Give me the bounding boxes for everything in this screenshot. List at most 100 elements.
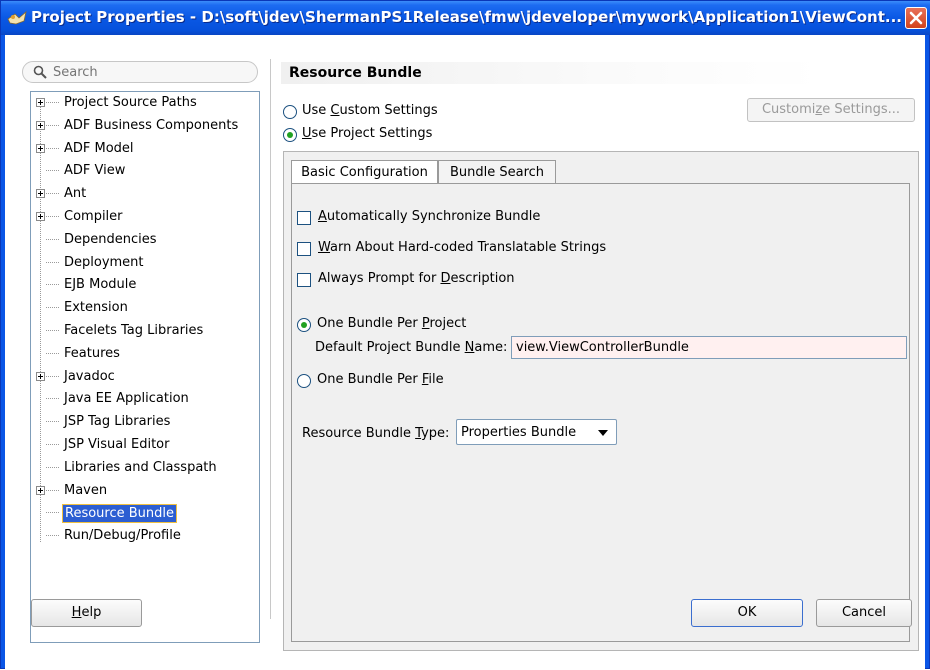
- tree-item[interactable]: JSP Visual Editor: [31, 434, 259, 456]
- tree-connector: [46, 261, 59, 263]
- expand-icon[interactable]: [36, 189, 45, 199]
- use-custom-settings-label[interactable]: Use Custom Settings: [302, 103, 438, 118]
- category-tree[interactable]: Project Source Paths ADF Business Compone…: [30, 91, 260, 643]
- tree-connector: [46, 444, 59, 445]
- tree-item[interactable]: Facelets Tag Libraries: [31, 320, 259, 342]
- page-title: Resource Bundle: [281, 62, 821, 84]
- jdeveloper-icon: [7, 10, 27, 25]
- tree-item[interactable]: EJB Module: [31, 274, 259, 296]
- tree-item[interactable]: ADF Model: [31, 138, 259, 160]
- search-icon: [33, 65, 47, 79]
- expand-icon[interactable]: [36, 120, 45, 130]
- one-bundle-per-project-label[interactable]: One Bundle Per Project: [317, 316, 466, 331]
- customize-settings-button[interactable]: Customize Settings...: [747, 98, 915, 122]
- tree-item-label: Maven: [64, 482, 108, 498]
- tree-connector: [46, 352, 59, 354]
- tree-item-label: Compiler: [64, 209, 123, 224]
- tree-item-label: Run/Debug/Profile: [64, 528, 181, 544]
- close-icon: [909, 11, 923, 25]
- tree-item-label: Deployment: [64, 254, 144, 270]
- tree-item-label: JSP Tag Libraries: [64, 414, 171, 430]
- tree-item[interactable]: Java EE Application: [31, 388, 259, 410]
- tree-connector: [46, 489, 59, 491]
- tree-item[interactable]: Project Source Paths: [31, 92, 259, 114]
- tab-label: Bundle Search: [449, 165, 545, 180]
- tree-item[interactable]: Libraries and Classpath: [31, 457, 259, 479]
- tree-item[interactable]: ADF Business Components: [31, 115, 259, 137]
- tree-item[interactable]: Features: [31, 343, 259, 365]
- tree-connector: [46, 307, 59, 309]
- ok-button[interactable]: OK: [691, 599, 803, 627]
- tree-item-label: Javadoc: [64, 368, 115, 384]
- panel-divider[interactable]: [270, 59, 271, 619]
- dialog-client-area: Project Source Paths ADF Business Compone…: [5, 35, 925, 670]
- warn-hardcoded-label[interactable]: Warn About Hard-coded Translatable Strin…: [318, 240, 606, 255]
- tree-connector: [46, 330, 59, 331]
- always-prompt-label[interactable]: Always Prompt for Description: [318, 271, 515, 286]
- project-properties-dialog: Project Properties - D:\soft\jdev\Sherma…: [0, 0, 930, 670]
- tree-item-label: Features: [64, 345, 120, 361]
- tree-item-label: ADF View: [64, 163, 126, 179]
- tab-bundle-search[interactable]: Bundle Search: [438, 160, 556, 184]
- tree-item-label: Dependencies: [64, 231, 157, 247]
- tree-item[interactable]: Resource Bundle: [31, 502, 259, 524]
- one-bundle-per-file-radio[interactable]: [297, 374, 311, 388]
- tree-connector: [46, 102, 59, 103]
- title-bar[interactable]: Project Properties - D:\soft\jdev\Sherma…: [1, 1, 930, 35]
- close-button[interactable]: [905, 7, 927, 29]
- expand-icon[interactable]: [36, 98, 45, 107]
- tree-connector: [46, 535, 59, 537]
- always-prompt-checkbox[interactable]: [297, 273, 311, 287]
- tree-connector: [46, 216, 59, 217]
- tree-item[interactable]: Javadoc: [31, 366, 259, 388]
- warn-hardcoded-checkbox[interactable]: [297, 242, 311, 256]
- tree-item-label: Facelets Tag Libraries: [64, 323, 204, 338]
- tree-item-label: ADF Business Components: [64, 117, 239, 133]
- tree-item-label: Java EE Application: [64, 391, 189, 407]
- default-bundle-name-field[interactable]: [511, 336, 907, 359]
- default-bundle-name-label: Default Project Bundle Name:: [315, 340, 508, 355]
- tree-item[interactable]: Deployment: [31, 252, 259, 274]
- expand-icon[interactable]: [36, 143, 45, 153]
- tree-item[interactable]: Dependencies: [31, 229, 259, 251]
- tree-connector: [46, 398, 59, 400]
- tree-item-label: JSP Visual Editor: [64, 437, 170, 452]
- auto-sync-label[interactable]: Automatically Synchronize Bundle: [318, 209, 540, 224]
- tab-basic-configuration[interactable]: Basic Configuration: [291, 160, 438, 184]
- tree-item-label: Project Source Paths: [64, 95, 197, 110]
- tree-item[interactable]: Run/Debug/Profile: [31, 525, 259, 547]
- bundle-type-select[interactable]: Properties Bundle: [456, 419, 617, 445]
- one-bundle-per-file-label[interactable]: One Bundle Per File: [317, 372, 444, 387]
- expand-icon[interactable]: [36, 485, 45, 495]
- one-bundle-per-project-radio[interactable]: [297, 318, 311, 332]
- tree-connector: [46, 421, 59, 423]
- tree-item[interactable]: Extension: [31, 297, 259, 319]
- tree-item[interactable]: JSP Tag Libraries: [31, 411, 259, 433]
- search-input[interactable]: [53, 64, 249, 81]
- tree-item[interactable]: ADF View: [31, 160, 259, 182]
- auto-sync-checkbox[interactable]: [297, 211, 311, 225]
- tree-item[interactable]: Maven: [31, 480, 259, 502]
- tree-item-label: ADF Model: [64, 140, 134, 156]
- cancel-button[interactable]: Cancel: [816, 599, 912, 627]
- use-project-settings-label[interactable]: Use Project Settings: [302, 126, 432, 141]
- tree-connector: [46, 193, 59, 195]
- search-box[interactable]: [22, 61, 258, 83]
- tree-item[interactable]: Compiler: [31, 206, 259, 228]
- tree-item[interactable]: Ant: [31, 183, 259, 205]
- use-custom-settings-radio[interactable]: [283, 105, 297, 119]
- tree-connector: [46, 124, 59, 126]
- help-button[interactable]: Help: [31, 599, 142, 627]
- expand-icon[interactable]: [36, 212, 45, 221]
- tree-item-label: Ant: [64, 186, 87, 202]
- window-title: Project Properties - D:\soft\jdev\Sherma…: [31, 8, 901, 26]
- tree-item-label: EJB Module: [64, 277, 137, 293]
- use-project-settings-radio[interactable]: [283, 128, 297, 142]
- tree-connector: [46, 284, 59, 286]
- tree-connector: [46, 147, 59, 149]
- expand-icon[interactable]: [36, 371, 45, 381]
- tree-item-label: Extension: [64, 300, 128, 316]
- chevron-down-icon: [598, 430, 608, 436]
- tab-label: Basic Configuration: [301, 165, 428, 180]
- tree-connector: [46, 170, 59, 172]
